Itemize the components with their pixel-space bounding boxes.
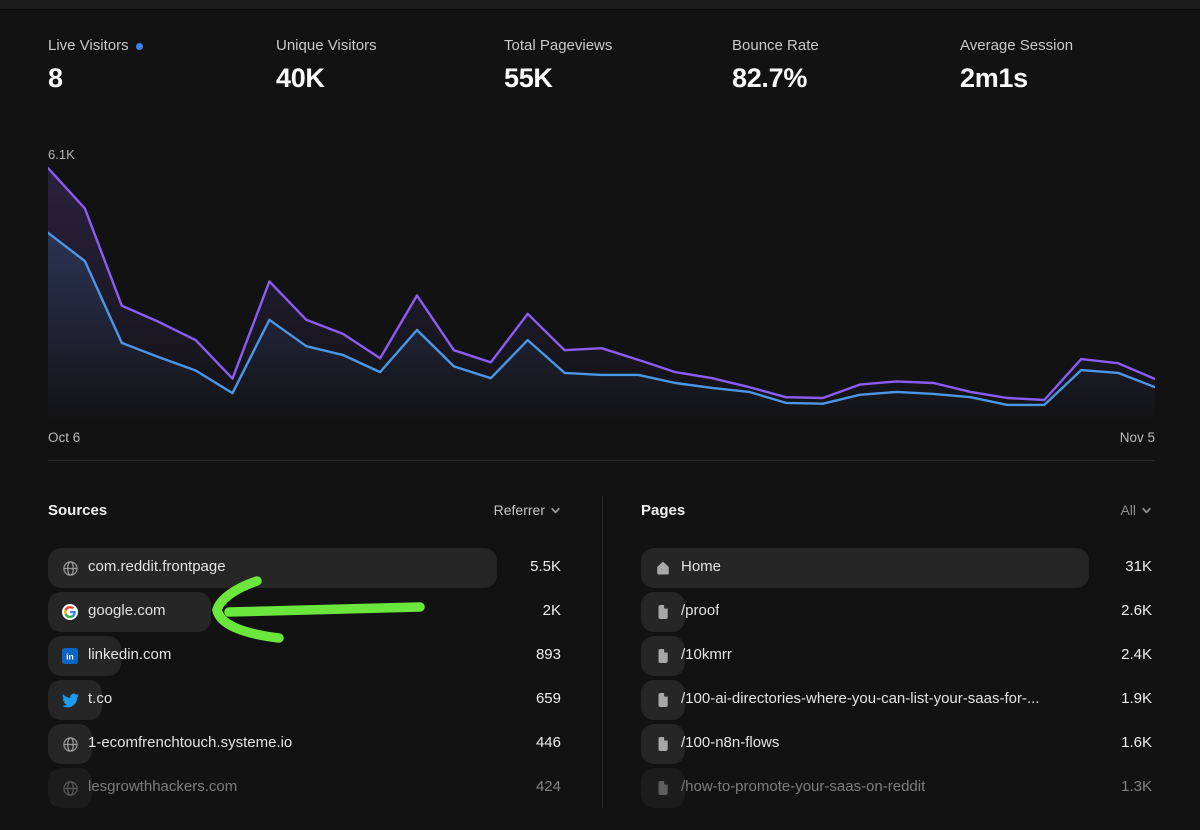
referrer-dropdown[interactable]: Referrer bbox=[494, 502, 561, 518]
twitter-icon bbox=[61, 691, 79, 709]
stats-header: Live Visitors 8 Unique Visitors 40K Tota… bbox=[48, 36, 1188, 94]
stat-value: 40K bbox=[276, 63, 504, 94]
list-item[interactable]: /100-n8n-flows 1.6K bbox=[641, 724, 1152, 764]
stat-unique-visitors: Unique Visitors 40K bbox=[276, 36, 504, 94]
list-item[interactable]: /proof 2.6K bbox=[641, 592, 1152, 632]
list-item[interactable]: 1-ecomfrenchtouch.systeme.io 446 bbox=[48, 724, 561, 764]
item-label: com.reddit.frontpage bbox=[88, 558, 226, 575]
item-value: 2K bbox=[543, 602, 561, 619]
list-item[interactable]: in linkedin.com 893 bbox=[48, 636, 561, 676]
stat-total-pageviews: Total Pageviews 55K bbox=[504, 36, 732, 94]
stat-value: 8 bbox=[48, 63, 276, 94]
item-value: 1.6K bbox=[1121, 734, 1152, 751]
list-item[interactable]: com.reddit.frontpage 5.5K bbox=[48, 548, 561, 588]
page-icon bbox=[654, 647, 672, 665]
list-item[interactable]: lesgrowthhackers.com 424 bbox=[48, 768, 561, 808]
item-label: /100-ai-directories-where-you-can-list-y… bbox=[681, 690, 1039, 707]
item-value: 1.9K bbox=[1121, 690, 1152, 707]
stat-value: 55K bbox=[504, 63, 732, 94]
item-label: /proof bbox=[681, 602, 719, 619]
globe-icon bbox=[61, 559, 79, 577]
live-indicator-dot bbox=[136, 43, 143, 50]
item-value: 893 bbox=[536, 646, 561, 663]
page-icon bbox=[654, 691, 672, 709]
list-item[interactable]: /how-to-promote-your-saas-on-reddit 1.3K bbox=[641, 768, 1152, 808]
list-item[interactable]: /100-ai-directories-where-you-can-list-y… bbox=[641, 680, 1152, 720]
x-axis-end-label: Nov 5 bbox=[1120, 430, 1155, 445]
page-icon bbox=[654, 735, 672, 753]
stat-average-session: Average Session 2m1s bbox=[960, 36, 1188, 94]
item-label: /100-n8n-flows bbox=[681, 734, 779, 751]
google-icon bbox=[61, 603, 79, 621]
list-item[interactable]: /10kmrr 2.4K bbox=[641, 636, 1152, 676]
breakdown-section: Sources Referrer com.reddit.frontpage 5.5… bbox=[48, 500, 1152, 812]
linkedin-icon: in bbox=[61, 647, 79, 665]
item-value: 2.6K bbox=[1121, 602, 1152, 619]
home-icon bbox=[654, 559, 672, 577]
stat-label: Total Pageviews bbox=[504, 36, 612, 56]
item-label: /how-to-promote-your-saas-on-reddit bbox=[681, 778, 925, 795]
chevron-down-icon bbox=[1141, 505, 1152, 516]
item-label: t.co bbox=[88, 690, 112, 707]
pages-filter-dropdown[interactable]: All bbox=[1120, 502, 1152, 518]
x-axis: Oct 6 Nov 5 bbox=[48, 430, 1155, 445]
item-value: 1.3K bbox=[1121, 778, 1152, 795]
window-top-edge bbox=[0, 0, 1200, 10]
item-value: 31K bbox=[1125, 558, 1152, 575]
item-value: 5.5K bbox=[530, 558, 561, 575]
stat-value: 82.7% bbox=[732, 63, 960, 94]
list-item[interactable]: t.co 659 bbox=[48, 680, 561, 720]
item-label: google.com bbox=[88, 602, 166, 619]
svg-text:in: in bbox=[66, 652, 74, 662]
sources-list: com.reddit.frontpage 5.5K google.com 2K in li… bbox=[48, 548, 561, 808]
page-icon bbox=[654, 779, 672, 797]
stat-label: Bounce Rate bbox=[732, 36, 819, 56]
traffic-line-chart bbox=[48, 160, 1155, 422]
globe-icon bbox=[61, 779, 79, 797]
section-divider bbox=[48, 460, 1155, 461]
stat-label: Average Session bbox=[960, 36, 1073, 56]
chevron-down-icon bbox=[550, 505, 561, 516]
page-icon bbox=[654, 603, 672, 621]
sources-panel: Sources Referrer com.reddit.frontpage 5.5… bbox=[48, 500, 561, 812]
item-value: 659 bbox=[536, 690, 561, 707]
stat-live-visitors: Live Visitors 8 bbox=[48, 36, 276, 94]
x-axis-start-label: Oct 6 bbox=[48, 430, 80, 445]
stat-bounce-rate: Bounce Rate 82.7% bbox=[732, 36, 960, 94]
visitors-area bbox=[48, 233, 1155, 422]
item-label: lesgrowthhackers.com bbox=[88, 778, 237, 795]
stat-value: 2m1s bbox=[960, 63, 1188, 94]
item-label: Home bbox=[681, 558, 721, 575]
globe-icon bbox=[61, 735, 79, 753]
pages-title: Pages bbox=[641, 502, 685, 519]
column-divider bbox=[602, 496, 603, 808]
item-value: 424 bbox=[536, 778, 561, 795]
item-label: /10kmrr bbox=[681, 646, 732, 663]
pages-list: Home 31K/proof 2.6K/10kmrr 2.4K/100-ai-dire… bbox=[641, 548, 1152, 808]
sources-title: Sources bbox=[48, 502, 107, 519]
item-label: 1-ecomfrenchtouch.systeme.io bbox=[88, 734, 292, 751]
pages-panel: Pages All Home 31K/proof 2.6K/10kmrr 2.4K/1… bbox=[641, 500, 1152, 812]
list-item[interactable]: Home 31K bbox=[641, 548, 1152, 588]
item-label: linkedin.com bbox=[88, 646, 171, 663]
item-value: 2.4K bbox=[1121, 646, 1152, 663]
item-value: 446 bbox=[536, 734, 561, 751]
list-item[interactable]: google.com 2K bbox=[48, 592, 561, 632]
stat-label: Live Visitors bbox=[48, 36, 129, 56]
stat-label: Unique Visitors bbox=[276, 36, 377, 56]
